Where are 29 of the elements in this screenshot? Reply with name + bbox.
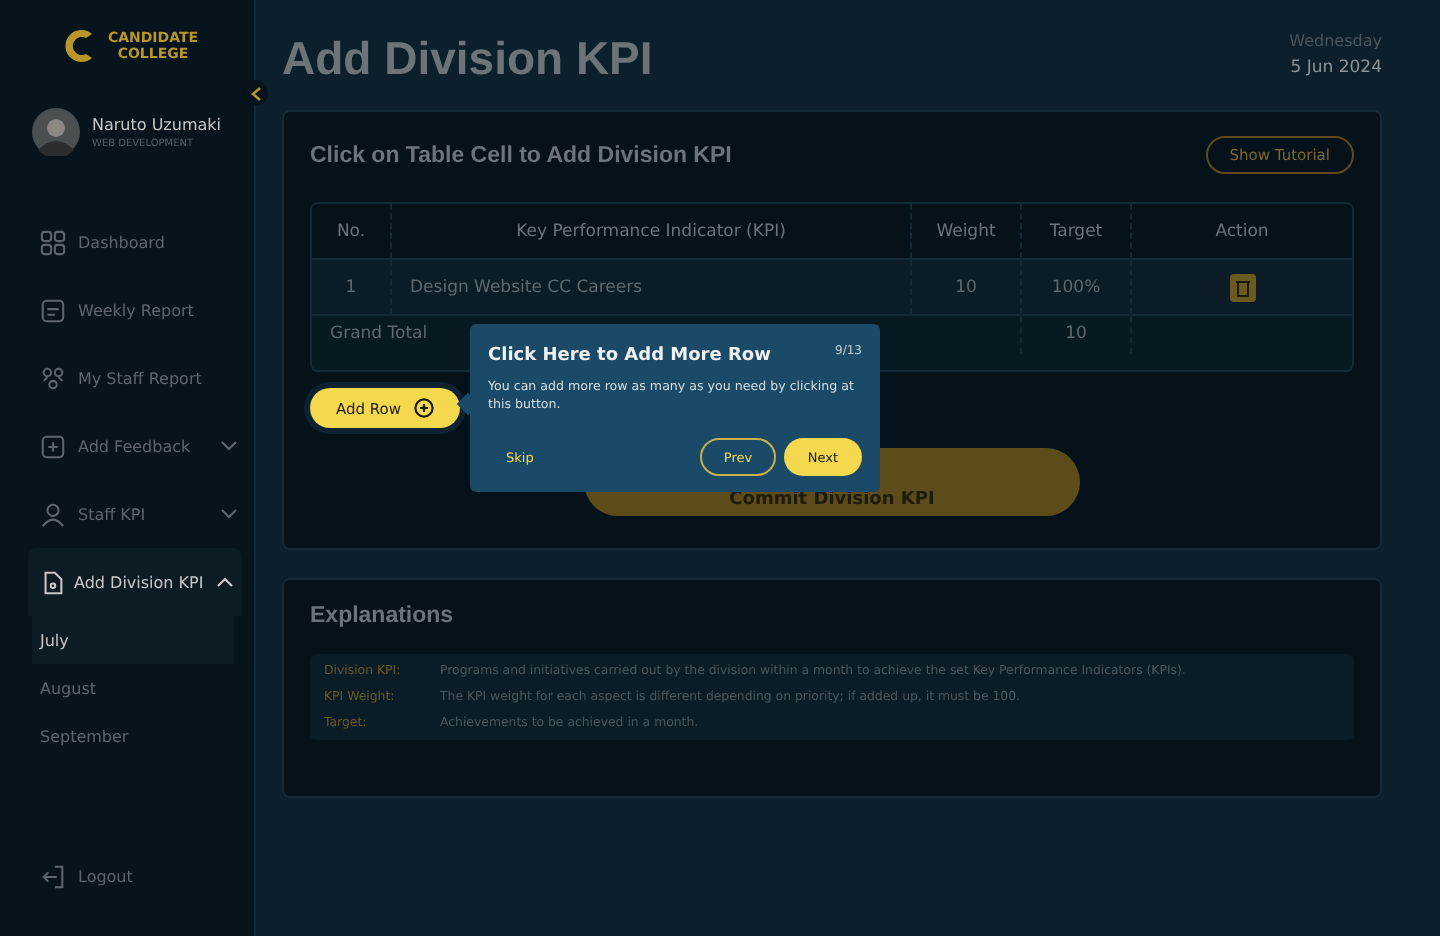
chevron-icon	[249, 85, 261, 101]
user-icon	[40, 501, 66, 527]
file-icon	[40, 569, 66, 595]
logout-link[interactable]: Logout	[0, 852, 254, 900]
weekday: Wednesday	[1289, 32, 1382, 50]
nav-item[interactable]: Dashboard	[0, 208, 254, 276]
nav-item[interactable]: My Staff Report	[0, 344, 254, 412]
nav-item[interactable]: Add Feedback	[0, 412, 254, 480]
logout-icon	[40, 863, 66, 889]
nav-item[interactable]: Staff KPI	[0, 480, 254, 548]
add-icon	[413, 398, 434, 418]
submenu-item[interactable]: July	[32, 616, 234, 664]
date: 5 Jun 2024	[1290, 58, 1382, 78]
column-header: Action	[1213, 219, 1271, 245]
user-name: Naruto Uzumaki	[92, 115, 221, 133]
document-icon	[40, 297, 66, 323]
card-title: Explanations	[310, 604, 456, 628]
avatar	[32, 108, 80, 156]
add-icon	[40, 433, 66, 459]
nav-item[interactable]: Weekly Report	[0, 276, 254, 344]
submenu-item[interactable]: August	[0, 664, 254, 712]
submenu-item[interactable]: September	[0, 712, 254, 760]
grid-icon	[40, 229, 66, 255]
total-weight: 10	[1022, 316, 1132, 353]
page-title: Add Division KPI	[282, 32, 653, 86]
people-icon	[40, 365, 66, 391]
delete-icon[interactable]	[1229, 273, 1255, 301]
card-title: Click on Table Cell to Add Division KPI	[310, 143, 732, 167]
nav-item[interactable]: Add Division KPI	[28, 548, 242, 616]
